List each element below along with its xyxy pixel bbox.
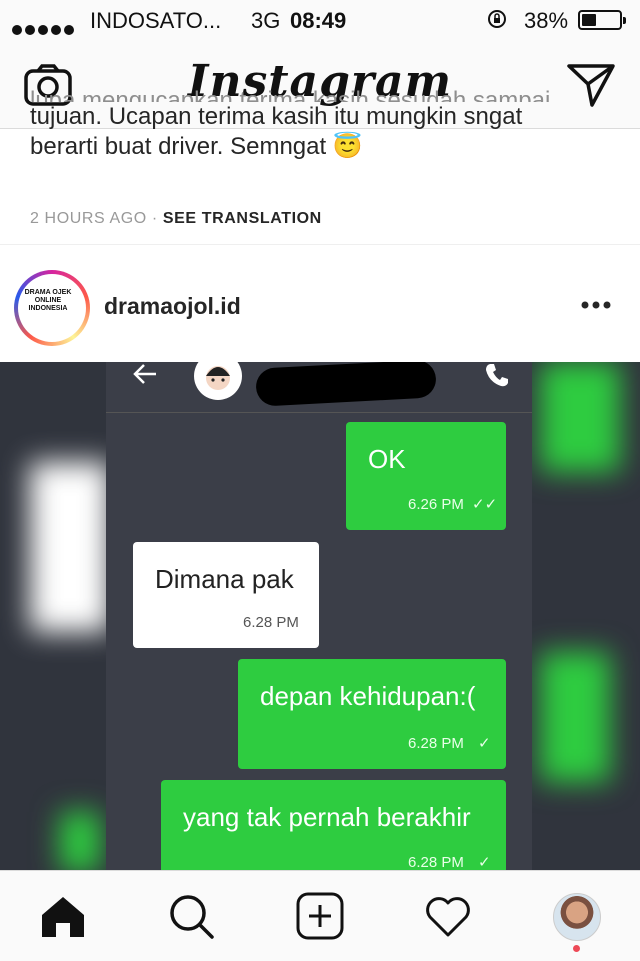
- message-text: OK: [368, 444, 406, 474]
- clock: 08:49: [290, 8, 347, 33]
- caption-cut-line: lupa mengucapkan terima kasih sesudah sa…: [30, 87, 551, 102]
- see-translation-link[interactable]: SEE TRANSLATION: [163, 210, 322, 227]
- post-meta: 2 HOURS AGO · SEE TRANSLATION: [30, 210, 322, 228]
- battery-icon: [578, 10, 626, 30]
- blurred-bubble: [540, 362, 620, 472]
- caption-line: berarti buat driver. Semngat 😇: [30, 133, 363, 160]
- message-time: 6.28 PM: [408, 854, 464, 870]
- redacted-name: [255, 362, 437, 407]
- chat-bubble-sent: yang tak pernah berakhir 6.28 PM ✓: [161, 780, 506, 870]
- status-bar: INDOSATO... 3G 08:49 38%: [0, 0, 640, 42]
- post-photo[interactable]: OK 6.26 PM ✓✓ Dimana pak 6.28 PM depan k…: [0, 362, 640, 870]
- signal-dots-icon: [12, 15, 77, 41]
- back-arrow-icon: [133, 364, 156, 384]
- chat-bubble-received: Dimana pak 6.28 PM: [133, 542, 319, 648]
- search-icon[interactable]: [166, 891, 216, 941]
- blurred-bubble: [30, 462, 110, 632]
- previous-post-caption: lupa mengucapkan terima kasih sesudah sa…: [30, 87, 630, 162]
- battery-percent: 38%: [524, 8, 569, 33]
- message-text: yang tak pernah berakhir: [183, 802, 471, 832]
- network-type: 3G: [251, 8, 281, 33]
- meta-separator: ·: [151, 210, 158, 227]
- chat-header: [106, 362, 532, 413]
- bottom-tab-bar: [0, 870, 640, 961]
- message-text: Dimana pak: [155, 564, 294, 594]
- message-time: 6.28 PM: [408, 735, 464, 752]
- sent-check-icon: ✓: [478, 735, 491, 752]
- chat-bubble-sent: depan kehidupan:( 6.28 PM ✓: [238, 659, 506, 769]
- divider: [0, 244, 640, 245]
- more-options-icon[interactable]: [580, 300, 612, 310]
- profile-avatar[interactable]: [553, 893, 601, 941]
- blurred-bubble: [540, 652, 610, 782]
- message-time: 6.26 PM: [408, 496, 464, 513]
- post-username[interactable]: dramaojol.id: [104, 293, 241, 320]
- message-time: 6.28 PM: [243, 614, 299, 631]
- add-post-icon[interactable]: [295, 891, 345, 941]
- carrier-name: INDOSATO...: [90, 8, 222, 33]
- chat-bubble-sent: OK 6.26 PM ✓✓: [346, 422, 506, 530]
- chat-screenshot: OK 6.26 PM ✓✓ Dimana pak 6.28 PM depan k…: [106, 362, 532, 870]
- caption-line: tujuan. Ucapan terima kasih itu mungkin …: [30, 103, 523, 130]
- home-icon[interactable]: [38, 891, 88, 941]
- rotation-lock-icon: [488, 10, 506, 28]
- sent-check-icon: ✓: [478, 854, 491, 870]
- post-avatar[interactable]: DRAMA OJEK ONLINE INDONESIA: [14, 270, 90, 346]
- read-receipt-icon: ✓✓: [472, 496, 498, 513]
- activity-heart-icon[interactable]: [423, 891, 473, 941]
- message-text: depan kehidupan:(: [260, 681, 476, 711]
- phone-icon: [486, 364, 508, 387]
- avatar-text: DRAMA OJEK ONLINE INDONESIA: [24, 289, 72, 312]
- blurred-bubble: [60, 812, 100, 870]
- notification-dot: [573, 945, 580, 952]
- time-ago: 2 HOURS AGO: [30, 210, 147, 227]
- driver-avatar-icon: [194, 362, 242, 400]
